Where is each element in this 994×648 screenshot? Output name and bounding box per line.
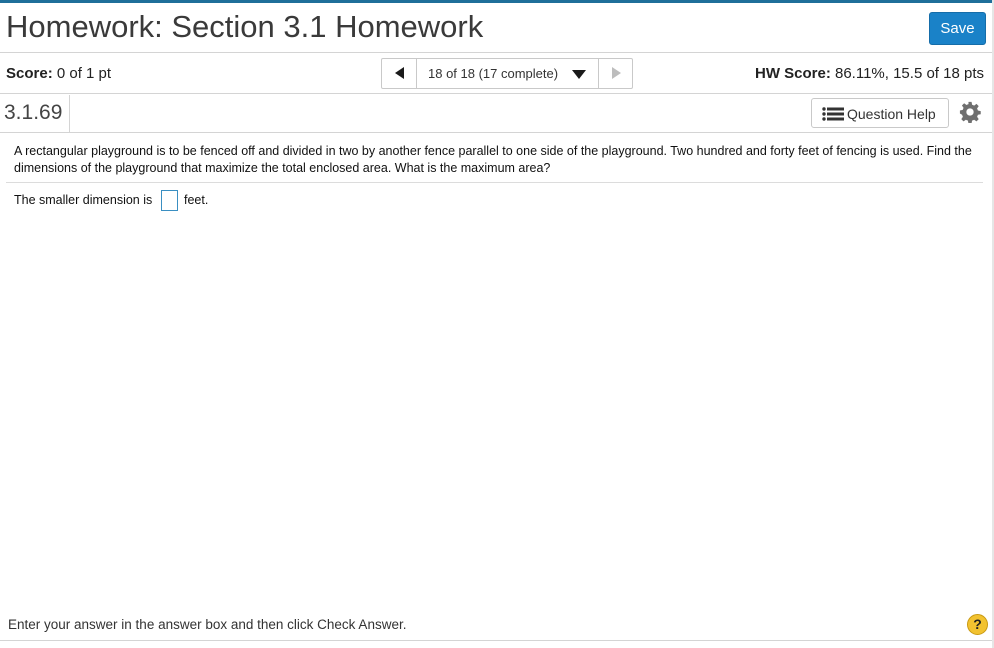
question-help-label: Question Help — [847, 106, 936, 122]
answer-suffix: feet. — [184, 193, 209, 207]
question-navigator: 18 of 18 (17 complete) — [381, 58, 633, 89]
previous-question-button[interactable] — [382, 59, 417, 88]
question-text: A rectangular playground is to be fenced… — [14, 144, 972, 175]
instruction-text: Enter your answer in the answer box and … — [8, 617, 407, 632]
score-value: 0 of 1 pt — [52, 65, 112, 82]
next-question-button[interactable] — [598, 59, 632, 88]
answer-prefix: The smaller dimension is — [14, 193, 153, 207]
question-select[interactable]: 18 of 18 (17 complete) — [428, 66, 558, 81]
right-triangle-icon — [612, 67, 621, 79]
hw-score-value: 86.11%, 15.5 of 18 pts — [830, 65, 984, 82]
question-help-button[interactable]: Question Help — [811, 98, 949, 128]
hw-score-label: HW Score: — [754, 65, 831, 82]
help-icon[interactable]: ? — [967, 614, 988, 635]
question-number-box: 3.1.69 — [0, 95, 70, 132]
caret-down-icon[interactable] — [572, 70, 586, 79]
score-display: Score: 0 of 1 pt — [6, 65, 111, 82]
page-title: Homework: Section 3.1 Homework — [6, 9, 484, 44]
title-bar: Homework: Section 3.1 Homework Save — [0, 3, 994, 53]
gear-icon[interactable] — [959, 101, 981, 123]
left-triangle-icon — [395, 67, 404, 79]
question-number: 3.1.69 — [4, 101, 63, 124]
question-bar: 3.1.69 Question Help — [0, 95, 994, 133]
score-label: Score: — [6, 65, 53, 82]
footer-divider — [0, 640, 994, 641]
save-button[interactable]: Save — [929, 12, 986, 45]
answer-input[interactable] — [161, 190, 178, 211]
list-icon — [822, 107, 844, 121]
score-bar: Score: 0 of 1 pt 18 of 18 (17 complete) … — [0, 54, 994, 94]
hw-score-display: HW Score: 86.11%, 15.5 of 18 pts — [755, 65, 984, 82]
question-divider — [6, 182, 983, 183]
